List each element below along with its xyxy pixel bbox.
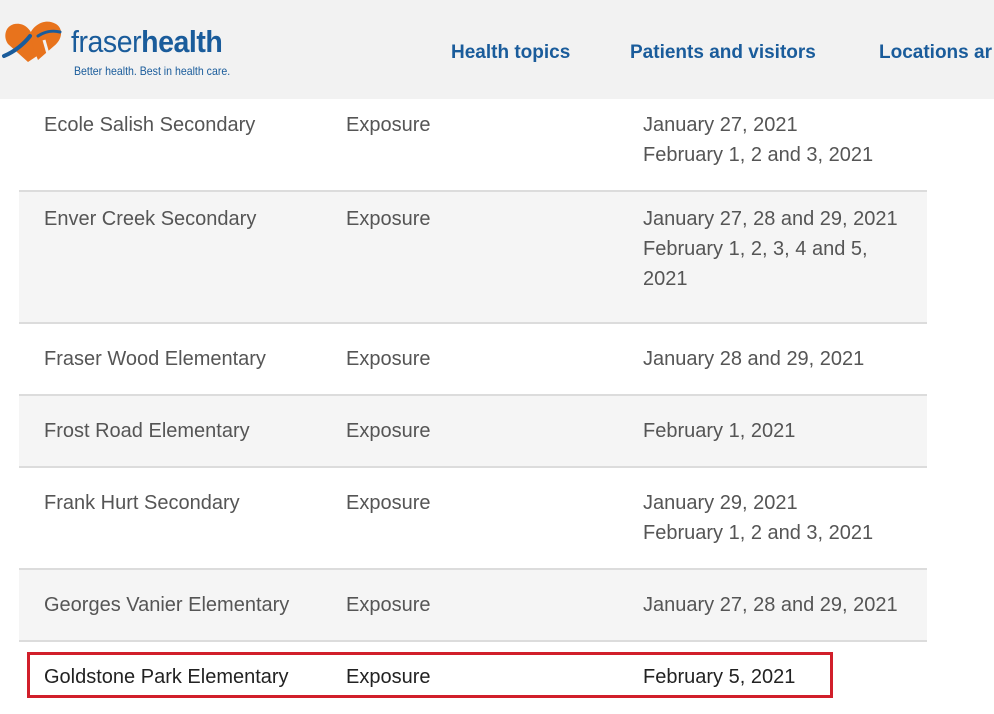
school-name: Georges Vanier Elementary: [44, 594, 290, 616]
exposure-dates: February 1, 2021: [643, 420, 796, 442]
exposure-dates: January 27, 28 and 29, 2021: [643, 594, 898, 616]
table-row: Frost Road Elementary Exposure February …: [19, 396, 927, 468]
exposure-dates: January 27, 2021 February 1, 2 and 3, 20…: [643, 114, 874, 166]
fraserhealth-logo[interactable]: fraserhealth Better health. Best in heal…: [0, 12, 240, 82]
exposure-type: Exposure: [346, 666, 431, 688]
exposure-dates: January 28 and 29, 2021: [643, 348, 865, 370]
exposure-type: Exposure: [346, 594, 431, 616]
school-name: Frank Hurt Secondary: [44, 492, 240, 514]
school-name: Enver Creek Secondary: [44, 208, 257, 230]
exposure-type: Exposure: [346, 420, 431, 442]
school-name: Frost Road Elementary: [44, 420, 250, 442]
school-exposures-table: Ecole Salish Secondary Exposure January …: [19, 99, 927, 714]
heart-logo-icon: [2, 21, 62, 63]
nav-locations[interactable]: Locations ar: [879, 42, 992, 64]
nav-patients-and-visitors[interactable]: Patients and visitors: [630, 42, 816, 64]
exposure-dates: January 29, 2021 February 1, 2 and 3, 20…: [643, 492, 874, 544]
table-row: Enver Creek Secondary Exposure January 2…: [19, 192, 927, 324]
brand-name-light: fraser: [71, 24, 142, 59]
exposure-type: Exposure: [346, 492, 431, 514]
brand-wordmark: fraserhealth: [71, 24, 223, 59]
brand-tagline: Better health. Best in health care.: [74, 64, 231, 78]
table-row-highlighted: Goldstone Park Elementary Exposure Febru…: [19, 642, 927, 714]
exposure-type: Exposure: [346, 348, 431, 370]
nav-health-topics[interactable]: Health topics: [451, 42, 570, 64]
brand-name-bold: health: [141, 24, 223, 59]
exposure-type: Exposure: [346, 208, 431, 230]
site-header: fraserhealth Better health. Best in heal…: [0, 0, 994, 99]
table-row: Fraser Wood Elementary Exposure January …: [19, 324, 927, 396]
school-name: Goldstone Park Elementary: [44, 666, 289, 688]
table-row: Georges Vanier Elementary Exposure Janua…: [19, 570, 927, 642]
exposure-dates: January 27, 28 and 29, 2021 February 1, …: [643, 208, 898, 290]
exposure-dates: February 5, 2021: [643, 666, 796, 688]
table-row: Ecole Salish Secondary Exposure January …: [19, 99, 927, 192]
table-row: Frank Hurt Secondary Exposure January 29…: [19, 468, 927, 570]
school-name: Ecole Salish Secondary: [44, 114, 256, 136]
exposure-type: Exposure: [346, 114, 431, 136]
school-name: Fraser Wood Elementary: [44, 348, 266, 370]
